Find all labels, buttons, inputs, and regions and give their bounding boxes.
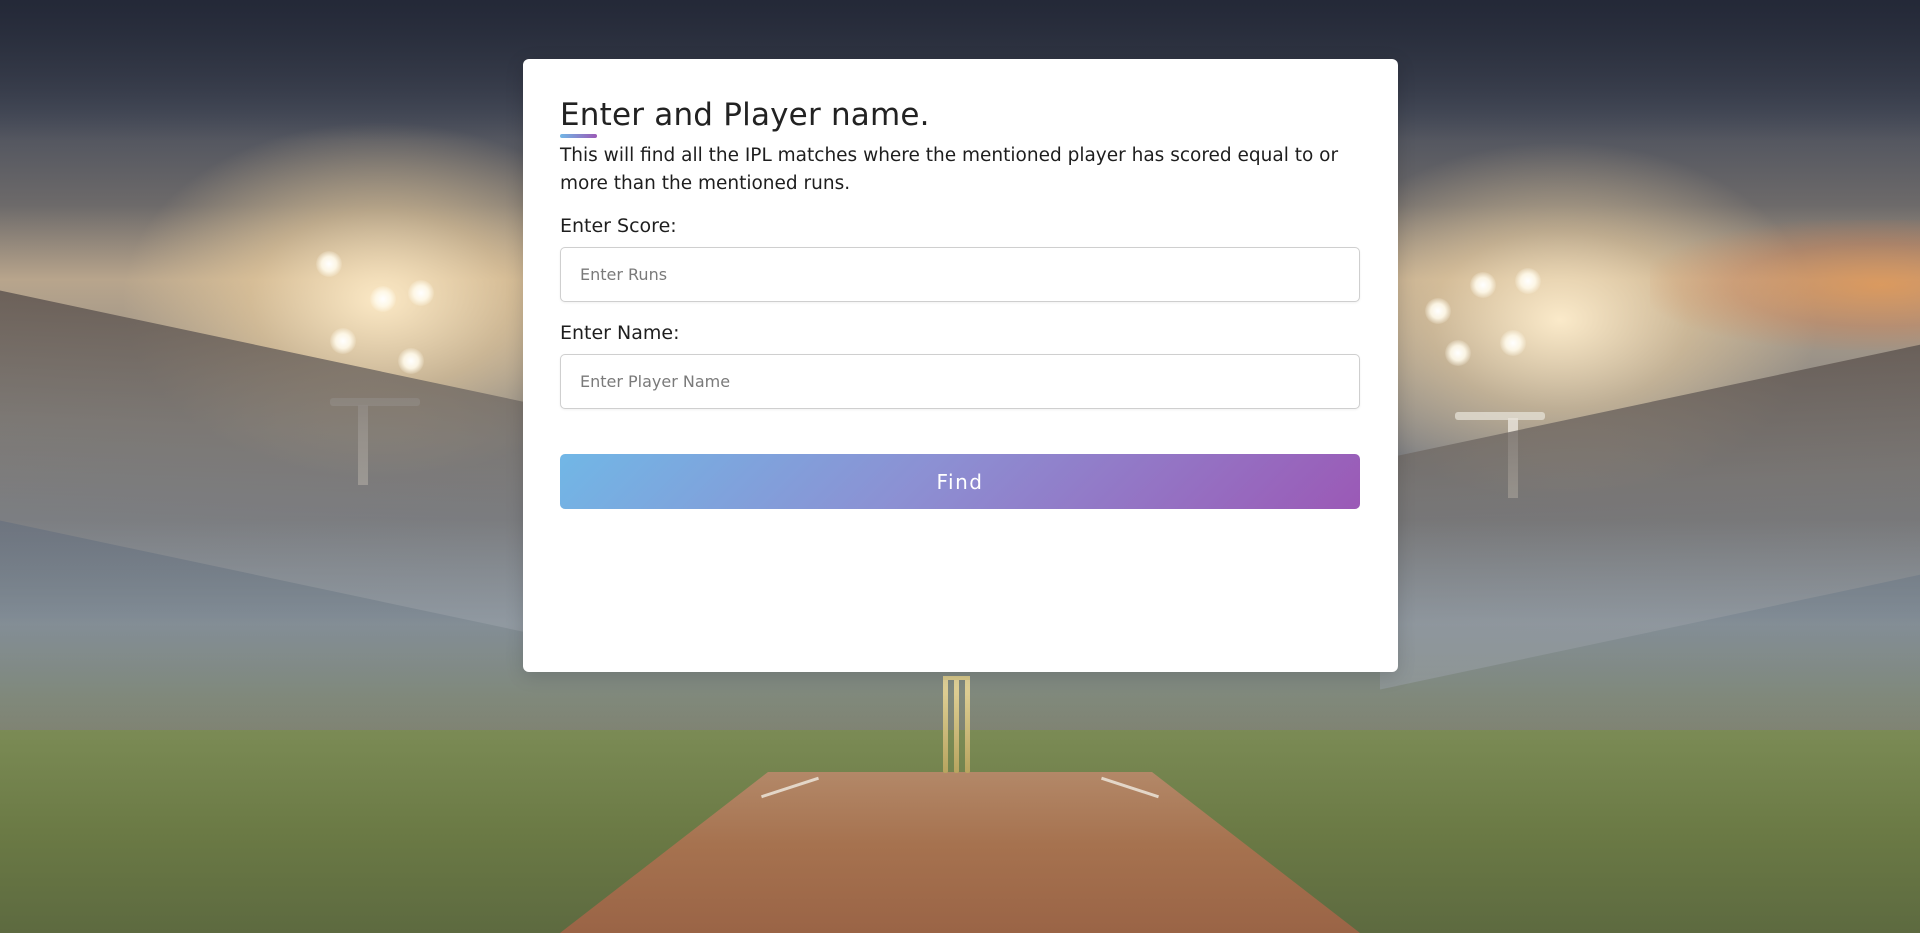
bail: [943, 676, 957, 680]
search-form-card: Enter and Player name. This will find al…: [523, 59, 1398, 672]
floodlight-lamp: [330, 328, 356, 354]
name-label: Enter Name:: [560, 322, 680, 344]
floodlight-lamp: [1470, 272, 1496, 298]
app-root: Enter and Player name. This will find al…: [0, 0, 1920, 933]
floodlight-lamp: [398, 348, 424, 374]
floodlight-lamp: [316, 251, 342, 277]
floodlight-lamp: [408, 280, 434, 306]
score-label: Enter Score:: [560, 215, 677, 237]
stump: [954, 678, 959, 773]
search-form: Enter and Player name. This will find al…: [560, 93, 1360, 509]
player-name-input[interactable]: [560, 354, 1360, 409]
floodlight-lamp: [1445, 340, 1471, 366]
floodlight-lamp: [370, 286, 396, 312]
floodlight-frame: [1455, 412, 1545, 420]
form-title: Enter and Player name.: [560, 97, 930, 133]
stump: [965, 678, 970, 773]
floodlight-lamp: [1515, 268, 1541, 294]
find-button[interactable]: Find: [560, 454, 1360, 509]
floodlight-lamp: [1425, 298, 1451, 324]
form-description: This will find all the IPL matches where…: [560, 145, 1339, 194]
bail: [956, 676, 970, 680]
score-input[interactable]: [560, 247, 1360, 302]
sunset-cloud: [1650, 220, 1920, 350]
floodlight-lamp: [1500, 330, 1526, 356]
stump: [943, 678, 948, 773]
